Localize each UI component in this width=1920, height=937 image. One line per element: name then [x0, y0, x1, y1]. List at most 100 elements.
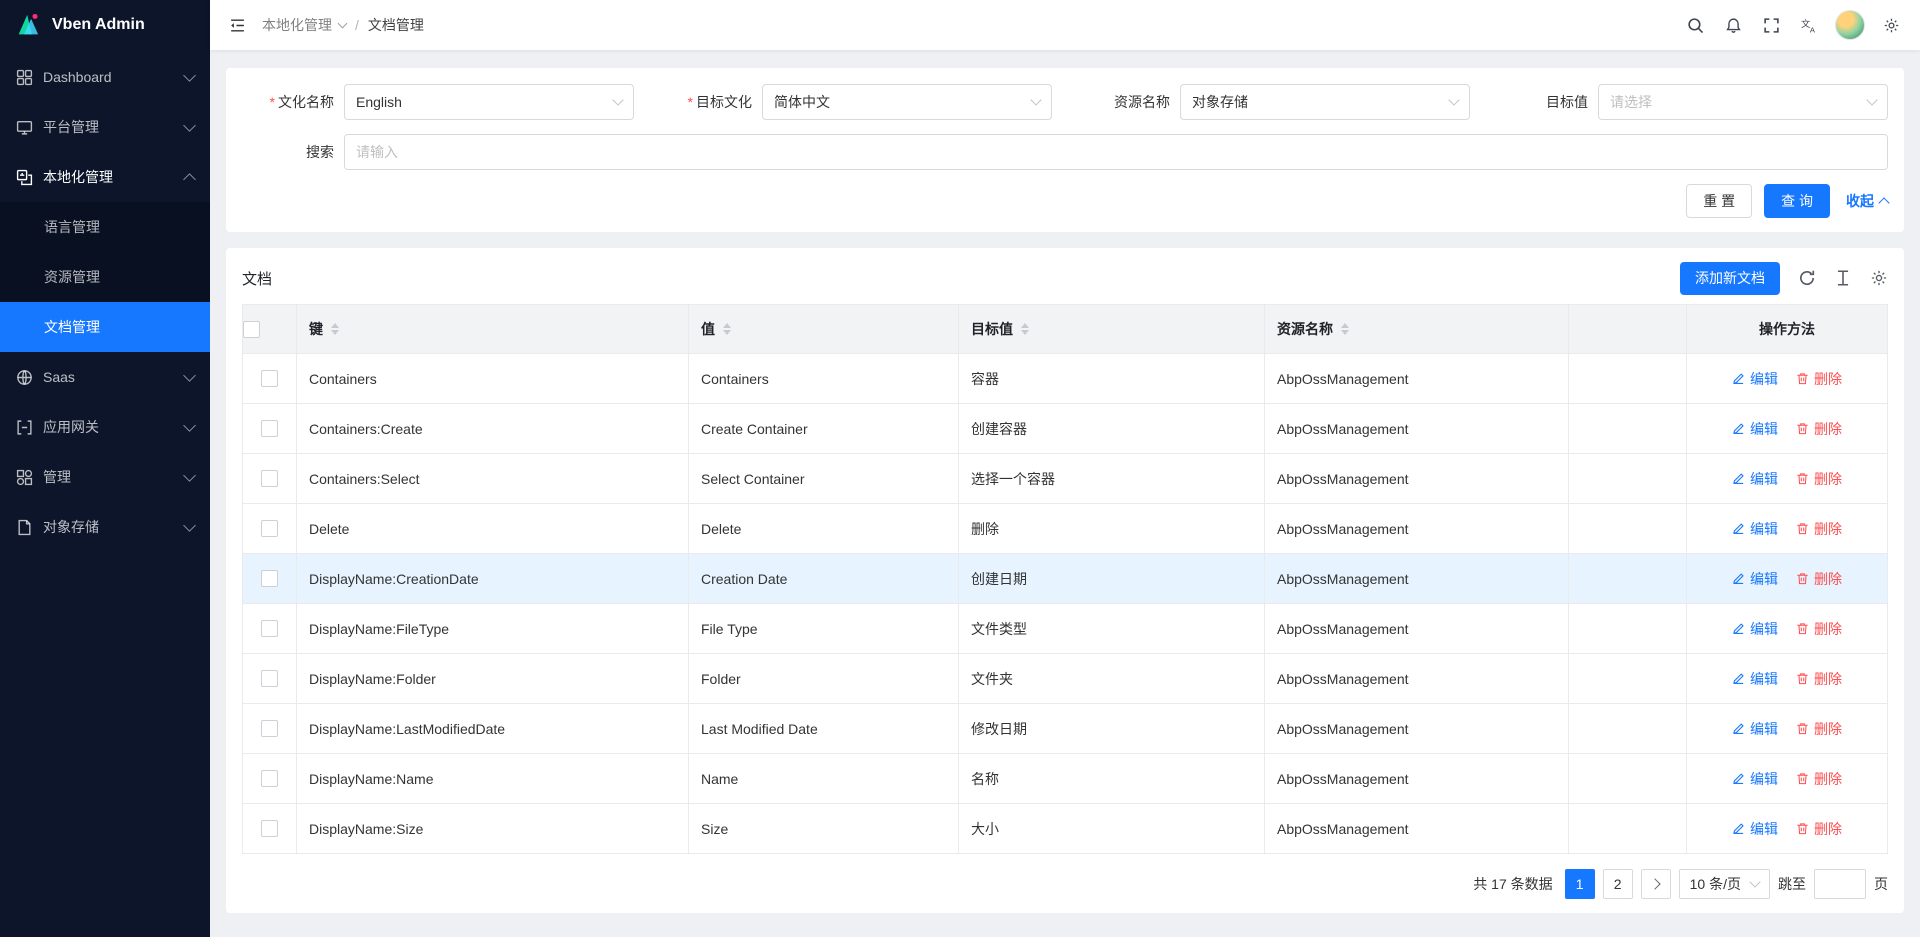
row-checkbox[interactable]: [261, 420, 278, 437]
topbar: 本地化管理 / 文档管理 文A: [210, 0, 1920, 50]
row-checkbox[interactable]: [261, 620, 278, 637]
edit-link[interactable]: 编辑: [1732, 419, 1778, 439]
field-culture-name: *文化名称 English: [242, 84, 634, 120]
edit-link[interactable]: 编辑: [1732, 669, 1778, 689]
target-value-select[interactable]: 请选择: [1598, 84, 1888, 120]
sidebar-subitem-resource[interactable]: 资源管理: [0, 252, 210, 302]
refresh-icon[interactable]: [1798, 269, 1816, 287]
target-culture-select[interactable]: 简体中文: [762, 84, 1052, 120]
pagination: 共 17 条数据 1 2 10 条/页 跳至 页: [242, 869, 1888, 899]
delete-link[interactable]: 删除: [1796, 769, 1842, 789]
bell-icon[interactable]: [1716, 8, 1750, 42]
row-checkbox[interactable]: [261, 520, 278, 537]
edit-link[interactable]: 编辑: [1732, 369, 1778, 389]
cell-value: Name: [689, 754, 959, 804]
sidebar-item-storage[interactable]: 对象存储: [0, 502, 210, 552]
column-header-key[interactable]: 键: [297, 305, 689, 354]
page-size-select[interactable]: 10 条/页: [1679, 869, 1770, 899]
edit-link[interactable]: 编辑: [1732, 569, 1778, 589]
delete-icon: [1796, 722, 1809, 735]
chevron-down-icon: [183, 119, 196, 132]
sidebar-subitem-document[interactable]: 文档管理: [0, 302, 210, 352]
delete-link[interactable]: 删除: [1796, 619, 1842, 639]
collapse-link[interactable]: 收起: [1846, 191, 1888, 211]
jump-page-input[interactable]: [1814, 869, 1866, 899]
translate-icon[interactable]: 文A: [1792, 8, 1826, 42]
sidebar-item-management[interactable]: 管理: [0, 452, 210, 502]
column-settings-icon[interactable]: [1870, 269, 1888, 287]
delete-icon: [1796, 422, 1809, 435]
logo[interactable]: Vben Admin: [0, 0, 210, 50]
edit-link[interactable]: 编辑: [1732, 469, 1778, 489]
next-page-button[interactable]: [1641, 869, 1671, 899]
row-checkbox[interactable]: [261, 470, 278, 487]
breadcrumb-current: 文档管理: [368, 15, 424, 35]
delete-link[interactable]: 删除: [1796, 719, 1842, 739]
table-row: ContainersContainers容器AbpOssManagement编辑…: [243, 354, 1888, 404]
chevron-down-icon: [183, 69, 196, 82]
sidebar-item-platform[interactable]: 平台管理: [0, 102, 210, 152]
table-row: DeleteDelete删除AbpOssManagement编辑删除: [243, 504, 1888, 554]
row-checkbox[interactable]: [261, 570, 278, 587]
cell-value: Delete: [689, 504, 959, 554]
row-checkbox[interactable]: [261, 370, 278, 387]
sidebar-item-dashboard[interactable]: Dashboard: [0, 52, 210, 102]
cell-target-value: 修改日期: [959, 704, 1265, 754]
cell-empty: [1569, 504, 1687, 554]
row-checkbox[interactable]: [261, 820, 278, 837]
filter-actions: 重 置 查 询 收起: [242, 184, 1888, 218]
cell-resource-name: AbpOssManagement: [1265, 654, 1569, 704]
row-checkbox[interactable]: [261, 720, 278, 737]
edit-link[interactable]: 编辑: [1732, 819, 1778, 839]
fullscreen-icon[interactable]: [1754, 8, 1788, 42]
resource-name-select[interactable]: 对象存储: [1180, 84, 1470, 120]
page-button-2[interactable]: 2: [1603, 869, 1633, 899]
edit-link[interactable]: 编辑: [1732, 719, 1778, 739]
sidebar-item-gateway[interactable]: 应用网关: [0, 402, 210, 452]
search-input[interactable]: [344, 134, 1888, 170]
delete-link[interactable]: 删除: [1796, 569, 1842, 589]
page-button-1[interactable]: 1: [1565, 869, 1595, 899]
sort-icon: [723, 323, 731, 335]
column-header-value[interactable]: 值: [689, 305, 959, 354]
cell-empty: [1569, 754, 1687, 804]
chevron-down-icon: [1866, 94, 1877, 105]
delete-link[interactable]: 删除: [1796, 669, 1842, 689]
page-content: *文化名称 English *目标文化 简体中文: [210, 50, 1920, 937]
sidebar-item-saas[interactable]: Saas: [0, 352, 210, 402]
field-target-culture: *目标文化 简体中文: [660, 84, 1052, 120]
edit-icon: [1732, 522, 1745, 535]
edit-link[interactable]: 编辑: [1732, 519, 1778, 539]
row-checkbox[interactable]: [261, 670, 278, 687]
search-icon[interactable]: [1678, 8, 1712, 42]
column-header-target-value[interactable]: 目标值: [959, 305, 1265, 354]
sidebar-collapse-icon[interactable]: [220, 8, 254, 42]
delete-link[interactable]: 删除: [1796, 819, 1842, 839]
row-checkbox[interactable]: [261, 770, 278, 787]
reset-button[interactable]: 重 置: [1686, 184, 1752, 218]
cell-actions: 编辑删除: [1687, 504, 1888, 554]
column-header-resource-name[interactable]: 资源名称: [1265, 305, 1569, 354]
main-area: 本地化管理 / 文档管理 文A: [210, 0, 1920, 937]
edit-icon: [1732, 822, 1745, 835]
edit-link[interactable]: 编辑: [1732, 769, 1778, 789]
culture-name-select[interactable]: English: [344, 84, 634, 120]
cell-value: File Type: [689, 604, 959, 654]
edit-link[interactable]: 编辑: [1732, 619, 1778, 639]
delete-link[interactable]: 删除: [1796, 419, 1842, 439]
breadcrumb-parent[interactable]: 本地化管理: [262, 15, 346, 35]
delete-link[interactable]: 删除: [1796, 519, 1842, 539]
cell-target-value: 选择一个容器: [959, 454, 1265, 504]
select-all-checkbox[interactable]: [243, 321, 260, 338]
cell-value: Size: [689, 804, 959, 854]
table-row: Containers:SelectSelect Container选择一个容器A…: [243, 454, 1888, 504]
delete-link[interactable]: 删除: [1796, 369, 1842, 389]
sidebar-item-localization[interactable]: 本地化管理: [0, 152, 210, 202]
delete-link[interactable]: 删除: [1796, 469, 1842, 489]
avatar[interactable]: [1835, 10, 1865, 40]
gear-icon[interactable]: [1874, 8, 1908, 42]
sidebar-subitem-language[interactable]: 语言管理: [0, 202, 210, 252]
query-button[interactable]: 查 询: [1764, 184, 1830, 218]
row-height-icon[interactable]: [1834, 269, 1852, 287]
add-document-button[interactable]: 添加新文档: [1680, 262, 1780, 295]
